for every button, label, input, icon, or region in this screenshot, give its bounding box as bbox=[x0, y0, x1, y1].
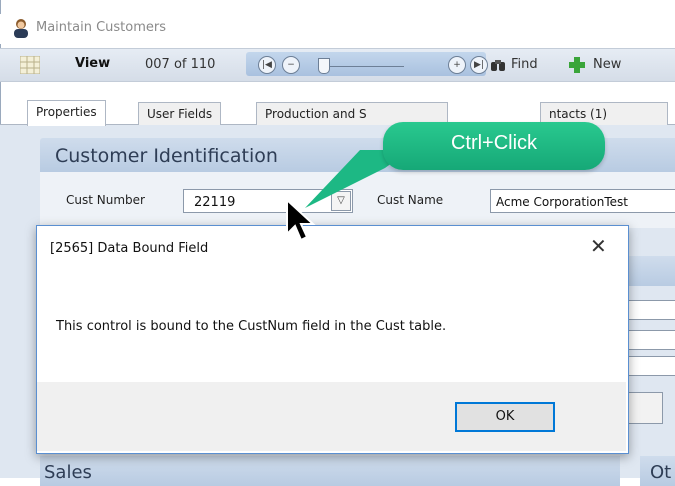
text-field[interactable] bbox=[627, 330, 675, 350]
sales-section-header bbox=[40, 456, 620, 486]
plus-icon[interactable] bbox=[568, 56, 586, 74]
first-record-icon[interactable]: |◀ bbox=[258, 56, 276, 74]
section-title: Customer Identification bbox=[55, 145, 278, 167]
text-field[interactable] bbox=[627, 356, 675, 376]
cust-number-label: Cust Number bbox=[66, 193, 145, 207]
ok-button[interactable]: OK bbox=[455, 402, 555, 432]
zoom-out-icon[interactable]: − bbox=[282, 56, 300, 74]
new-button[interactable]: New bbox=[593, 57, 621, 72]
sales-section-title: Sales bbox=[44, 462, 92, 483]
zoom-in-icon[interactable]: + bbox=[448, 56, 466, 74]
find-button[interactable]: Find bbox=[511, 57, 538, 72]
tab-user-fields[interactable]: User Fields bbox=[138, 102, 222, 125]
text-field[interactable] bbox=[627, 300, 675, 320]
window-title: Maintain Customers bbox=[36, 20, 166, 35]
binoculars-icon[interactable] bbox=[490, 57, 506, 73]
other-section-title: Ot bbox=[650, 462, 672, 483]
button[interactable] bbox=[627, 392, 663, 424]
cust-name-value: Acme CorporationTest bbox=[496, 195, 628, 209]
record-slider-thumb[interactable] bbox=[318, 58, 330, 74]
callout-text: Ctrl+Click bbox=[450, 132, 538, 154]
record-slider-track bbox=[326, 66, 404, 67]
close-icon[interactable]: ✕ bbox=[590, 234, 607, 258]
last-record-icon[interactable]: ▶| bbox=[470, 56, 488, 74]
grid-icon[interactable] bbox=[20, 56, 40, 74]
dialog-title: [2565] Data Bound Field bbox=[50, 241, 209, 256]
user-icon bbox=[14, 19, 28, 38]
tab-properties[interactable]: Properties bbox=[27, 100, 106, 126]
mouse-cursor-icon bbox=[286, 198, 316, 242]
dialog-message: This control is bound to the CustNum fie… bbox=[56, 319, 447, 334]
cust-number-value: 22119 bbox=[194, 195, 236, 210]
record-counter: 007 of 110 bbox=[145, 57, 216, 72]
section-header bbox=[627, 256, 675, 286]
view-button[interactable]: View bbox=[75, 56, 110, 71]
